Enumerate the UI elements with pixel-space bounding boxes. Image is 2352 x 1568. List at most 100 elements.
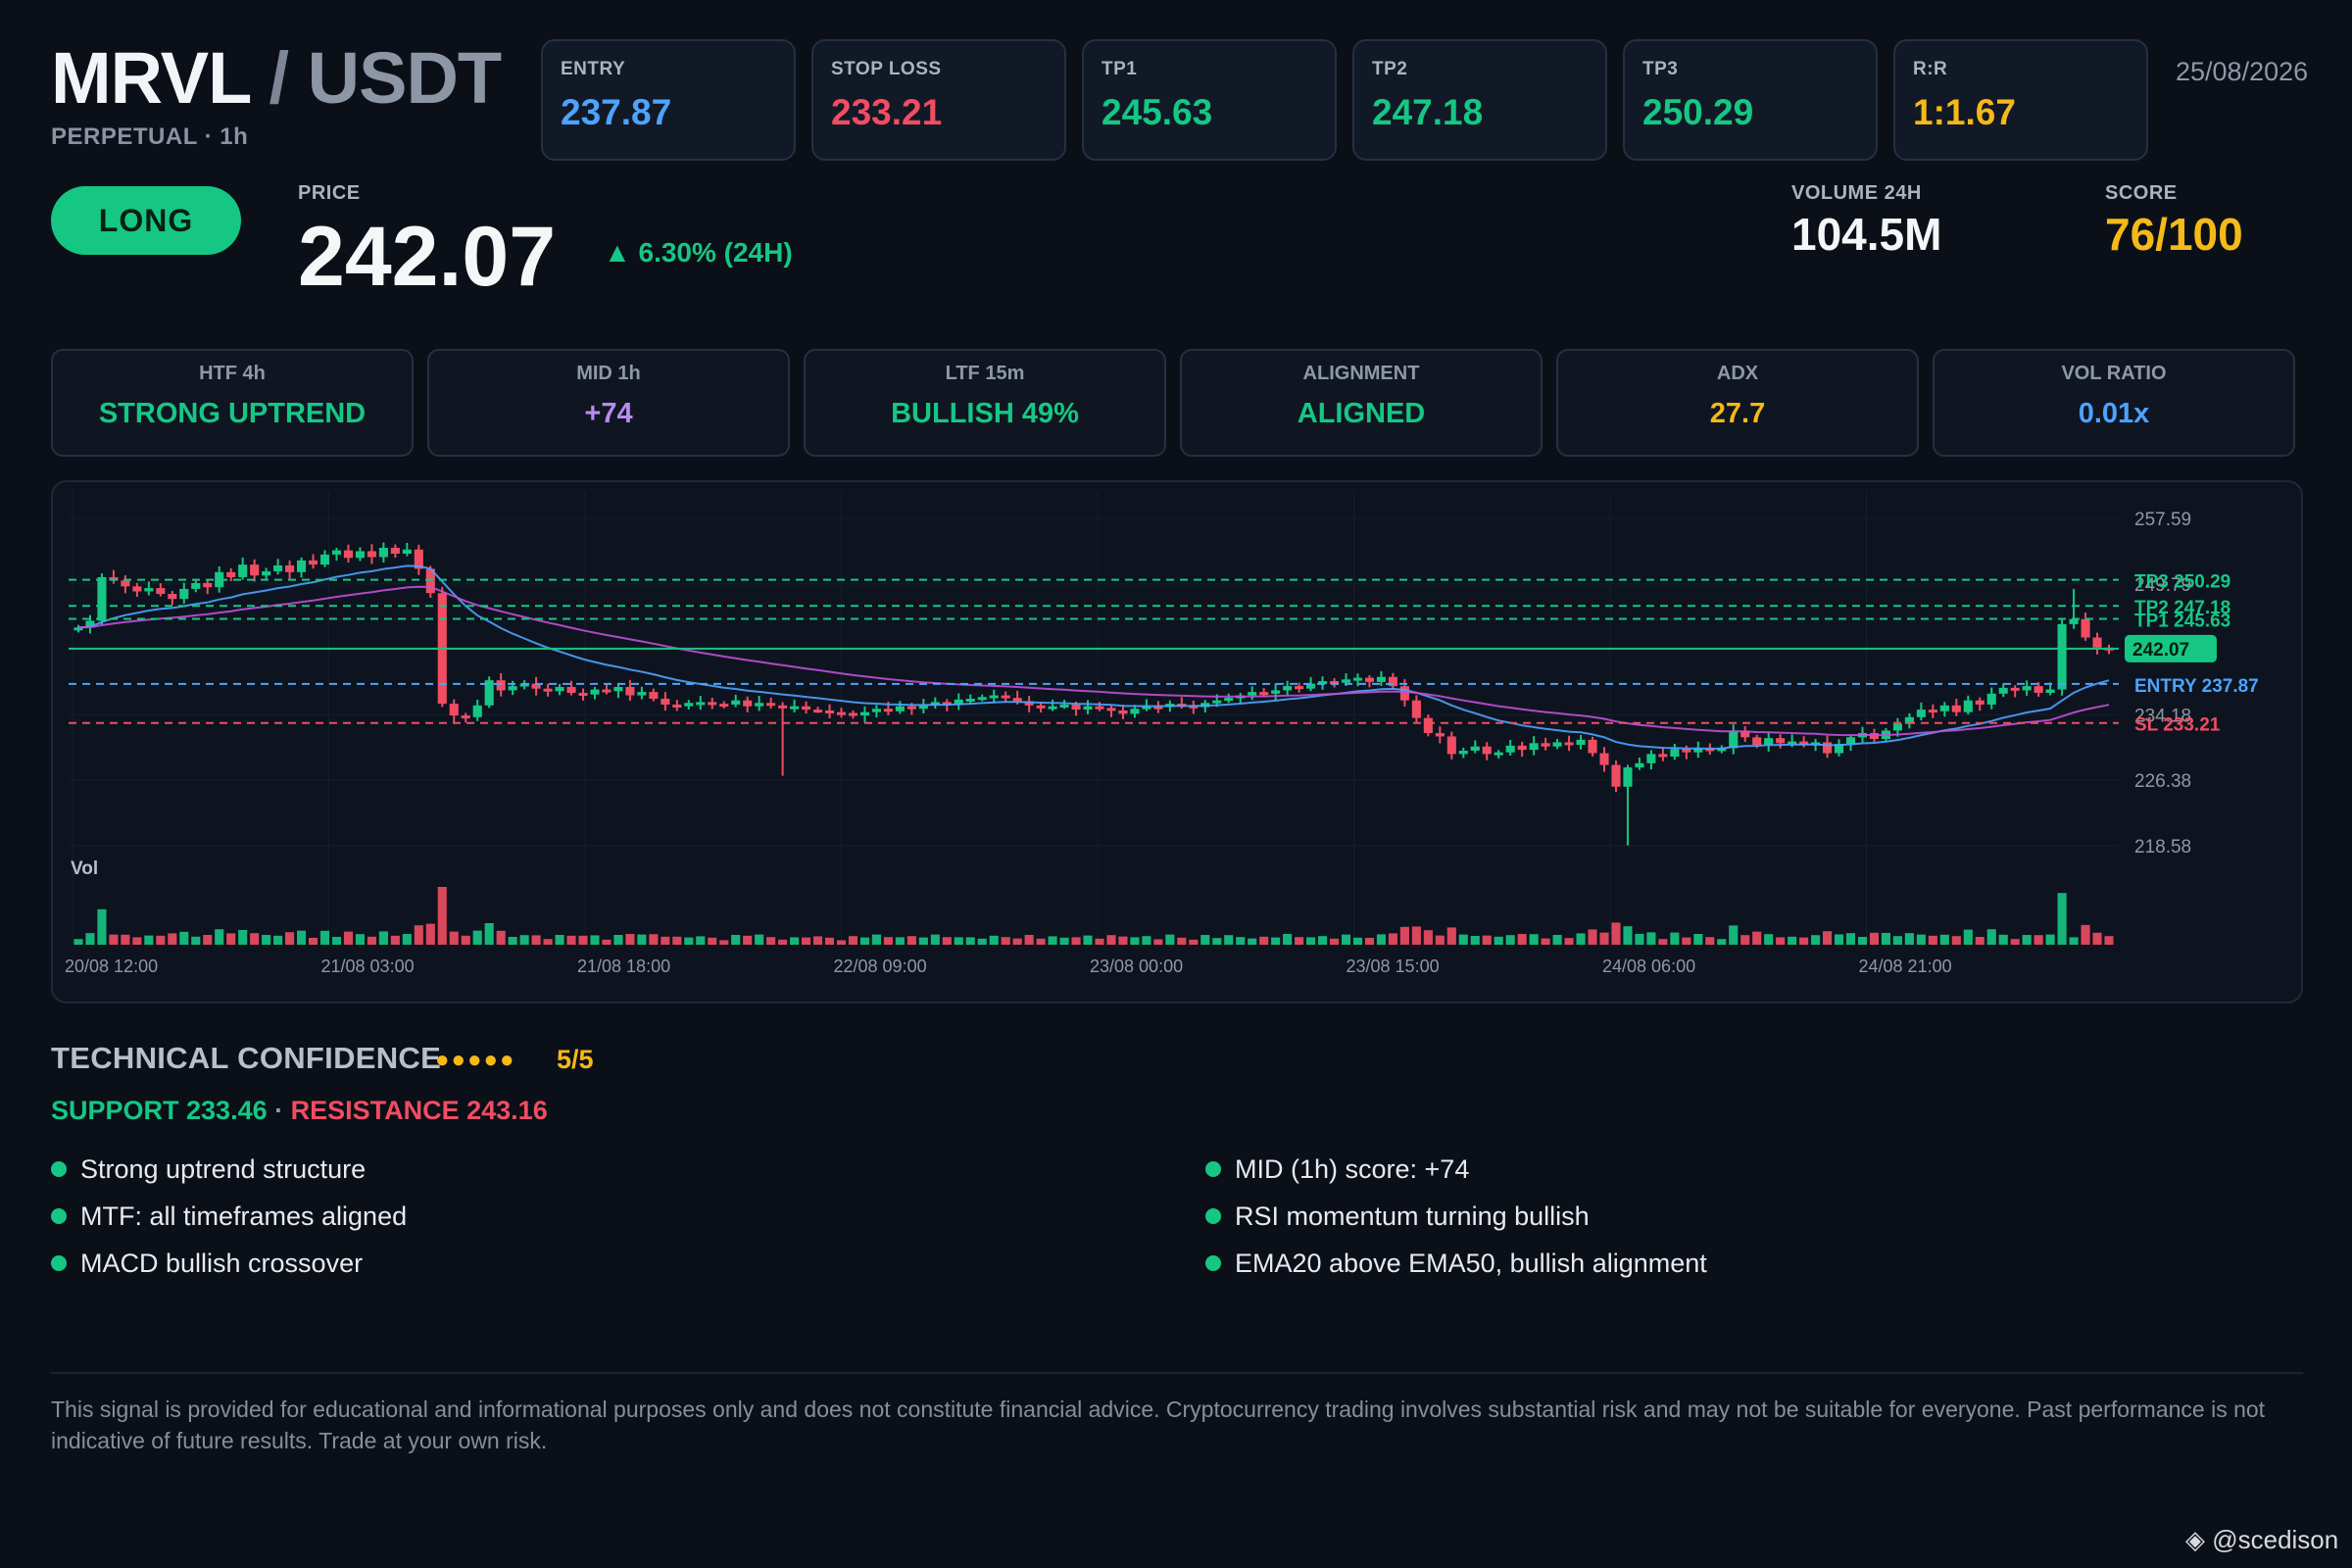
volume-bar [1071, 937, 1081, 945]
volume-bar [1635, 934, 1644, 945]
volume-bar [203, 935, 213, 945]
candle-body [906, 706, 916, 710]
reason-text: EMA20 above EMA50, bullish alignment [1235, 1249, 1707, 1278]
reason-item: MID (1h) score: +74 [1205, 1154, 1469, 1185]
candle-body [1059, 704, 1069, 708]
x-axis-tick-label: 23/08 15:00 [1347, 956, 1440, 976]
volume-bar [1845, 933, 1856, 945]
volume-bar [708, 937, 717, 945]
volume-bar [1388, 933, 1397, 945]
candle-body [883, 709, 893, 712]
volume-bar [1834, 934, 1844, 945]
resistance-level: RESISTANCE 243.16 [290, 1096, 548, 1125]
candle-body [144, 588, 154, 592]
reason-item: EMA20 above EMA50, bullish alignment [1205, 1249, 1707, 1279]
volume-bar [766, 937, 776, 945]
candle-body [1341, 679, 1351, 683]
candle-body [1458, 751, 1468, 755]
volume-bar [1224, 935, 1234, 945]
volume-bar [1904, 933, 1914, 945]
candle-body [1482, 746, 1492, 755]
volume-bar [1764, 934, 1774, 945]
candle-body [2092, 637, 2102, 648]
volume-bar [989, 935, 999, 945]
volume-bar [661, 936, 670, 945]
volume-bar [1048, 936, 1057, 945]
volume-bar [2034, 935, 2043, 945]
mtf-adx-card: ADX 27.7 [1556, 349, 1919, 457]
candle-body [1224, 698, 1234, 702]
candle-body [449, 704, 459, 716]
candle-body [1564, 742, 1574, 746]
volume-bar [1435, 935, 1445, 945]
candle-body [1682, 749, 1691, 753]
reason-text: RSI momentum turning bullish [1235, 1201, 1590, 1231]
candle-body [331, 550, 342, 555]
volume-bar [1823, 931, 1833, 945]
volume-bar [649, 934, 659, 945]
volume-bar [1295, 937, 1304, 945]
candle-body [343, 550, 354, 559]
symbol-base: MRVL [51, 37, 251, 119]
volume-bar [2045, 934, 2055, 945]
candle-body [895, 706, 905, 711]
volume-bar [1881, 933, 1890, 945]
volume-bar [1963, 929, 1973, 945]
volume-bar [2104, 936, 2114, 945]
volume-bar [2022, 935, 2032, 945]
volume-bar [1928, 935, 1937, 945]
bullet-dot-icon [51, 1254, 67, 1271]
volume-bar [1682, 937, 1691, 945]
volume-bar [906, 936, 916, 945]
candle-body [1517, 745, 1527, 751]
tp3-card: TP3 250.29 [1623, 39, 1878, 161]
mtf-mid-card: MID 1h +74 [427, 349, 790, 457]
volume-bar [1705, 937, 1715, 945]
candle-body [649, 692, 659, 699]
candle-body [836, 711, 847, 715]
reason-text: MTF: all timeframes aligned [80, 1201, 408, 1231]
volume-bar [1740, 935, 1750, 945]
candle-body [1776, 738, 1786, 744]
volume-bar [1892, 936, 1902, 945]
mtf-vol-ratio-value: 0.01x [2078, 398, 2150, 429]
candle-body [790, 706, 800, 710]
volume-bar [1212, 938, 1222, 945]
volume-bar [1165, 934, 1175, 945]
candle-body [1611, 764, 1621, 787]
volume-bar [425, 923, 435, 945]
x-axis-tick-label: 24/08 21:00 [1859, 956, 1952, 976]
candle-body [578, 692, 588, 696]
candle-body [1670, 749, 1680, 757]
candle-body [1036, 705, 1046, 709]
volume-bar [1857, 937, 1868, 945]
volume-bar [1776, 937, 1786, 945]
candle-body [1951, 705, 1961, 712]
volume-bar [930, 934, 940, 945]
candle-body [1399, 686, 1409, 701]
stop-loss-label: STOP LOSS [831, 59, 942, 79]
candle-body [367, 551, 376, 558]
volume-bar [1364, 938, 1375, 945]
mtf-htf-card: HTF 4h STRONG UPTREND [51, 349, 414, 457]
candle-body [602, 689, 612, 693]
mtf-adx-label: ADX [1716, 363, 1759, 384]
volume-bar [1646, 932, 1656, 945]
tp1-value: 245.63 [1102, 92, 1213, 132]
volume-bar [355, 934, 365, 945]
volume-bar [308, 938, 318, 945]
candle-body [273, 564, 283, 571]
volume-bar [215, 929, 224, 945]
candle-body [191, 582, 201, 589]
tp3-label: TP3 [1642, 59, 1679, 79]
volume-bar [731, 935, 741, 945]
current-price-label: 242.07 [2132, 640, 2189, 661]
volume-bar [1059, 937, 1069, 945]
volume-bar [1505, 935, 1515, 945]
candle-body [1130, 709, 1140, 714]
volume-bar [74, 939, 83, 945]
volume-bar [414, 925, 423, 945]
level-label: ENTRY 237.87 [2134, 676, 2259, 697]
entry-card: ENTRY 237.87 [541, 39, 796, 161]
volume-bar [2057, 893, 2067, 945]
